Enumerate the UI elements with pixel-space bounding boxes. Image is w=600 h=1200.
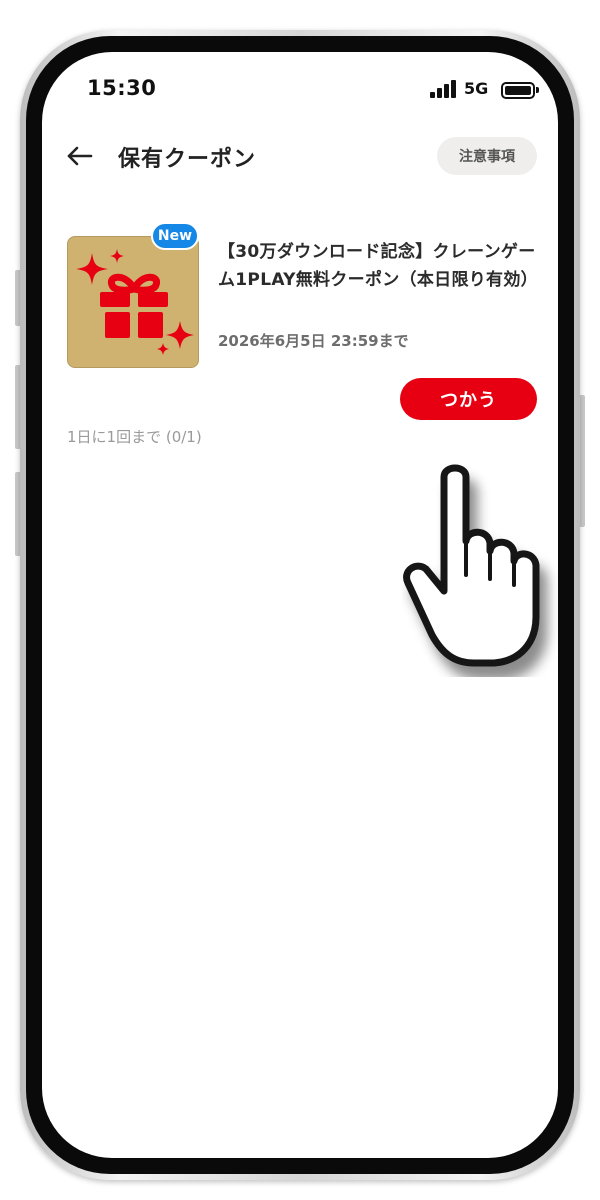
arrow-left-icon[interactable] (66, 142, 94, 170)
phone-screen: 15:30 5G 保有クーポン 注意事項 New 【30万ダウンロード記念】クレ… (42, 52, 558, 1158)
gift-icon (76, 249, 194, 355)
coupon-thumbnail (67, 236, 199, 368)
signal-icon (430, 80, 460, 98)
status-time: 15:30 (87, 76, 157, 100)
coupon-expiry: 2026年6月5日 23:59まで (218, 332, 409, 350)
notice-button[interactable]: 注意事項 (437, 137, 537, 175)
new-badge: New (151, 222, 199, 250)
coupon-title: 【30万ダウンロード記念】クレーンゲーム1PLAY無料クーポン（本日限り有効） (218, 242, 538, 290)
usage-limit: 1日に1回まで (0/1) (67, 428, 202, 446)
battery-icon (501, 82, 539, 99)
use-coupon-button[interactable]: つかう (400, 378, 537, 420)
page-title: 保有クーポン (118, 147, 257, 172)
pointing-hand-icon (403, 464, 540, 667)
network-label: 5G (464, 79, 489, 98)
